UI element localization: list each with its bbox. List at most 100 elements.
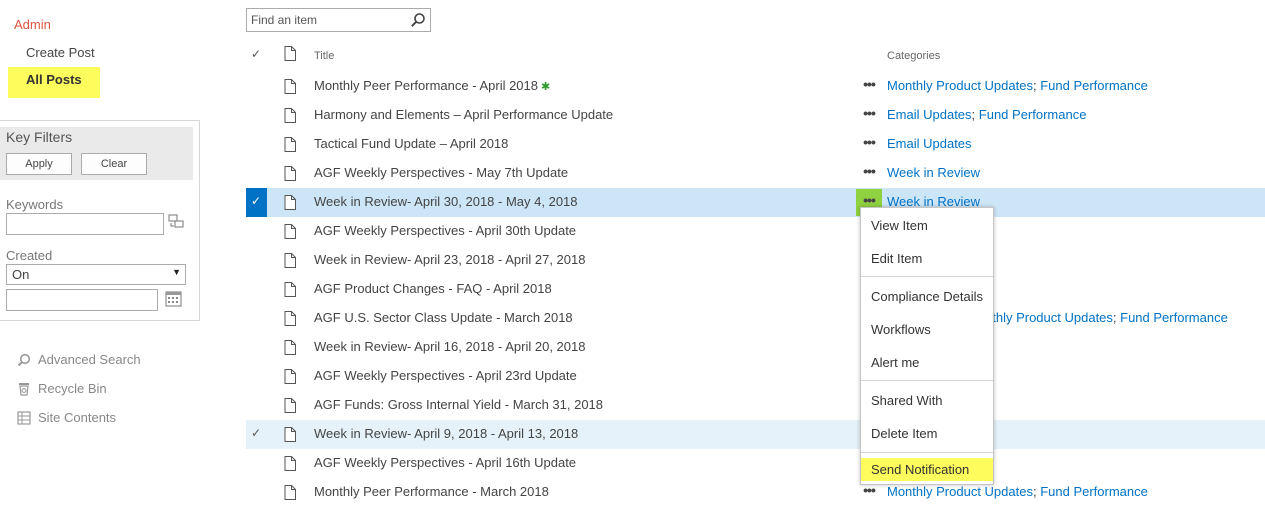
nav-create-post[interactable]: Create Post — [26, 45, 95, 60]
list-row[interactable]: AGF Weekly Perspectives - April 30th Upd… — [246, 217, 1265, 246]
list-row[interactable]: Harmony and Elements – April Performance… — [246, 101, 1265, 130]
nav-admin-link[interactable]: Admin — [14, 17, 51, 32]
row-select-check[interactable] — [246, 72, 267, 101]
item-actions-ellipsis[interactable]: ••• — [856, 131, 882, 158]
row-select-check[interactable]: ✓ — [246, 420, 267, 449]
row-select-check[interactable] — [246, 275, 267, 304]
site-contents-icon — [17, 410, 31, 425]
list-row[interactable]: AGF Product Changes - FAQ - April 2018 — [246, 275, 1265, 304]
list-row[interactable]: ✓ Week in Review- April 9, 2018 - April 1… — [246, 420, 1265, 449]
item-title-text: Week in Review- April 23, 2018 - April 2… — [314, 252, 586, 267]
apply-button[interactable]: Apply — [6, 153, 72, 175]
nav-all-posts-label: All Posts — [26, 72, 82, 87]
row-select-check[interactable] — [246, 101, 267, 130]
list-row[interactable]: Week in Review- April 16, 2018 - April 2… — [246, 333, 1265, 362]
item-title-text: Week in Review- April 30, 2018 - May 4, … — [314, 194, 578, 209]
recycle-bin-label: Recycle Bin — [38, 381, 107, 396]
advanced-search-link[interactable]: Advanced Search — [17, 352, 141, 367]
item-title-link[interactable]: Week in Review- April 23, 2018 - April 2… — [314, 252, 585, 267]
select-all-check[interactable]: ✓ — [251, 47, 261, 61]
category-link[interactable]: Email Updates — [887, 136, 972, 151]
item-title-link[interactable]: Monthly Peer Performance - April 2018 ✱ — [314, 78, 550, 93]
list-row[interactable]: AGF Funds: Gross Internal Yield - March … — [246, 391, 1265, 420]
item-title-link[interactable]: AGF Product Changes - FAQ - April 2018 — [314, 281, 552, 296]
list-row[interactable]: AGF U.S. Sector Class Update - March 201… — [246, 304, 1265, 333]
item-title-link[interactable]: Harmony and Elements – April Performance… — [314, 107, 613, 122]
row-select-check[interactable] — [246, 333, 267, 362]
menu-shared-with[interactable]: Shared With — [861, 388, 993, 414]
row-select-check[interactable]: ✓ — [246, 188, 267, 217]
item-title-link[interactable]: AGF Weekly Perspectives - April 30th Upd… — [314, 223, 576, 238]
menu-workflows[interactable]: Workflows — [861, 317, 993, 343]
category-link[interactable]: Week in Review — [887, 165, 980, 180]
item-categories: Week in Review — [887, 165, 980, 180]
clear-button[interactable]: Clear — [81, 153, 147, 175]
category-link[interactable]: Fund Performance — [1040, 484, 1148, 499]
row-select-check[interactable] — [246, 362, 267, 391]
item-title-link[interactable]: AGF Weekly Perspectives - April 23rd Upd… — [314, 368, 577, 383]
recycle-bin-link[interactable]: Recycle Bin — [17, 381, 107, 396]
category-link[interactable]: nthly Product Updates — [985, 310, 1113, 325]
category-link[interactable]: Fund Performance — [1040, 78, 1148, 93]
list-row[interactable]: AGF Weekly Perspectives - May 7th Update… — [246, 159, 1265, 188]
item-actions-ellipsis[interactable]: ••• — [856, 160, 882, 187]
list-row[interactable]: Tactical Fund Update – April 2018 ••• Emai… — [246, 130, 1265, 159]
keyword-picker-icon[interactable] — [168, 214, 185, 232]
site-contents-link[interactable]: Site Contents — [17, 410, 116, 425]
row-select-check[interactable] — [246, 246, 267, 275]
row-select-check[interactable] — [246, 449, 267, 478]
search-input[interactable] — [251, 12, 401, 28]
list-row[interactable]: AGF Weekly Perspectives - April 23rd Upd… — [246, 362, 1265, 391]
menu-send-notification[interactable]: Send Notification — [861, 458, 993, 481]
calendar-icon[interactable] — [165, 291, 182, 310]
item-title-link[interactable]: AGF Funds: Gross Internal Yield - March … — [314, 397, 603, 412]
category-link[interactable]: Fund Performance — [979, 107, 1087, 122]
title-column-header[interactable]: Title — [314, 50, 334, 62]
row-select-check[interactable] — [246, 304, 267, 333]
item-title-link[interactable]: AGF Weekly Perspectives - April 16th Upd… — [314, 455, 576, 470]
category-link[interactable]: Email Updates — [887, 107, 972, 122]
list-row[interactable]: ✓ Week in Review- April 30, 2018 - May 4,… — [246, 188, 1265, 217]
item-title-link[interactable]: AGF Weekly Perspectives - May 7th Update — [314, 165, 568, 180]
created-operator-select[interactable]: On ▼ — [6, 264, 186, 285]
menu-view-item[interactable]: View Item — [861, 213, 993, 239]
list-row[interactable]: Monthly Peer Performance - March 2018 •••… — [246, 478, 1265, 507]
menu-compliance-details-label: Compliance Details — [871, 289, 983, 304]
item-actions-ellipsis[interactable]: ••• — [856, 102, 882, 129]
keywords-label: Keywords — [6, 197, 64, 212]
item-title-link[interactable]: Week in Review- April 30, 2018 - May 4, … — [314, 194, 578, 209]
menu-edit-item[interactable]: Edit Item — [861, 246, 993, 272]
row-select-check[interactable] — [246, 478, 267, 507]
row-select-check[interactable] — [246, 217, 267, 246]
menu-compliance-details[interactable]: Compliance Details — [861, 284, 993, 310]
search-icon[interactable] — [410, 12, 426, 31]
row-select-check[interactable] — [246, 159, 267, 188]
category-link[interactable]: Fund Performance — [1120, 310, 1228, 325]
item-title-link[interactable]: AGF U.S. Sector Class Update - March 201… — [314, 310, 573, 325]
nav-all-posts[interactable]: All Posts — [8, 67, 100, 98]
item-title-link[interactable]: Week in Review- April 9, 2018 - April 13… — [314, 426, 578, 441]
item-title-text: AGF U.S. Sector Class Update - March 201… — [314, 310, 573, 325]
row-select-check[interactable] — [246, 391, 267, 420]
item-title-link[interactable]: Tactical Fund Update – April 2018 — [314, 136, 508, 151]
item-title-text: Week in Review- April 9, 2018 - April 13… — [314, 426, 579, 441]
item-actions-ellipsis[interactable]: ••• — [856, 73, 882, 100]
list-row[interactable]: Week in Review- April 23, 2018 - April 2… — [246, 246, 1265, 275]
category-link[interactable]: Monthly Product Updates — [887, 484, 1033, 499]
document-icon — [284, 369, 296, 387]
menu-delete-item[interactable]: Delete Item — [861, 421, 993, 447]
item-categories: Email Updates; Fund Performance — [887, 107, 1087, 122]
category-link[interactable]: Monthly Product Updates — [887, 78, 1033, 93]
item-title-link[interactable]: Monthly Peer Performance - March 2018 — [314, 484, 549, 499]
item-title-text: AGF Weekly Perspectives - April 16th Upd… — [314, 455, 577, 470]
item-title-text: AGF Funds: Gross Internal Yield - March … — [314, 397, 604, 412]
row-select-check[interactable] — [246, 130, 267, 159]
categories-column-header[interactable]: Categories — [887, 50, 940, 62]
list-row[interactable]: Monthly Peer Performance - April 2018 ✱ ••… — [246, 72, 1265, 101]
checkmark-icon: ✓ — [251, 426, 262, 440]
item-title-link[interactable]: Week in Review- April 16, 2018 - April 2… — [314, 339, 585, 354]
keywords-input[interactable] — [6, 213, 164, 235]
created-date-input[interactable] — [6, 289, 158, 311]
menu-alert-me[interactable]: Alert me — [861, 350, 993, 376]
list-row[interactable]: AGF Weekly Perspectives - April 16th Upd… — [246, 449, 1265, 478]
